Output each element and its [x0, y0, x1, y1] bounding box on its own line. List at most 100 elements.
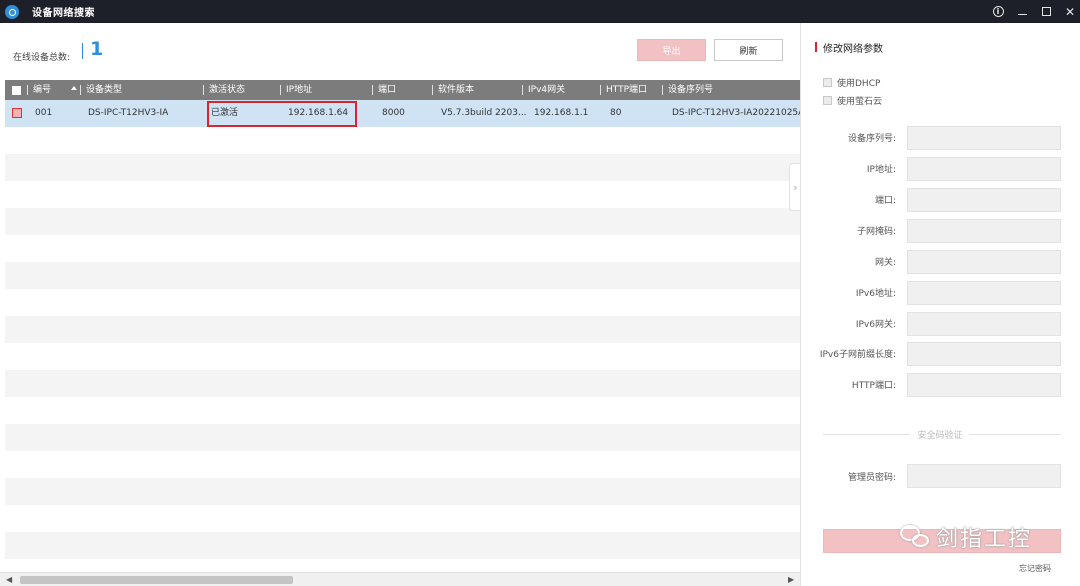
- title-bar: 设备网络搜索 i ✕: [0, 0, 1080, 23]
- checkbox-box[interactable]: [823, 96, 832, 105]
- ipv6-prefix-input[interactable]: [907, 342, 1061, 366]
- table-row-empty: [5, 424, 800, 451]
- scrollbar-thumb[interactable]: [20, 576, 293, 584]
- sort-asc-icon[interactable]: [71, 86, 77, 90]
- column-header-gateway[interactable]: IPv4网关: [522, 80, 565, 100]
- security-code-label: 安全码验证: [917, 431, 963, 441]
- ipv6-prefix-label: IPv6子网前缀长度:: [819, 350, 896, 360]
- window-controls: i ✕: [984, 0, 1080, 23]
- ipv6-gateway-label: IPv6网关:: [855, 320, 896, 330]
- cell-port: 8000: [382, 108, 405, 118]
- cell-type: DS-IPC-T12HV3-IA: [88, 108, 169, 118]
- horizontal-scrollbar[interactable]: ◀ ▶: [0, 572, 800, 586]
- chevron-right-icon: ›: [793, 180, 798, 194]
- maximize-button[interactable]: [1036, 0, 1056, 23]
- serial-input[interactable]: [907, 126, 1061, 150]
- port-label: 端口:: [874, 196, 896, 206]
- table-row-empty: [5, 451, 800, 478]
- column-label: 设备序列号: [668, 85, 714, 95]
- watermark: 剑指工控: [900, 521, 1032, 553]
- column-label: 软件版本: [438, 85, 475, 95]
- ip-input[interactable]: [907, 157, 1061, 181]
- window-title: 设备网络搜索: [32, 8, 95, 19]
- subnet-mask-input[interactable]: [907, 219, 1061, 243]
- refresh-button[interactable]: 刷新: [714, 39, 783, 61]
- watermark-text: 剑指工控: [936, 527, 1033, 552]
- ipv6-address-label: IPv6地址:: [855, 289, 896, 299]
- export-button[interactable]: 导出: [637, 39, 706, 61]
- column-label: 编号: [33, 85, 52, 95]
- cell-version: V5.7.3build 2203...: [441, 108, 527, 118]
- gateway-label: 网关:: [874, 258, 896, 268]
- wechat-icon: [900, 525, 930, 549]
- status-ip-highlight: [207, 101, 357, 127]
- device-list-area: 在线设备总数: 1 导出 刷新 编号 设备类型 激活状态 IP地址 端口 软件版…: [0, 23, 801, 586]
- panel-title: 修改网络参数: [823, 44, 883, 55]
- forgot-password-link[interactable]: 忘记密码: [1019, 563, 1051, 574]
- online-count-value: 1: [90, 38, 104, 60]
- row-checkbox[interactable]: [12, 108, 22, 118]
- table-row-empty: [5, 289, 800, 316]
- ipv6-address-input[interactable]: [907, 281, 1061, 305]
- use-ezviz-checkbox[interactable]: 使用萤石云: [823, 94, 882, 107]
- ipv6-gateway-input[interactable]: [907, 312, 1061, 336]
- close-button[interactable]: ✕: [1060, 0, 1080, 23]
- select-all-checkbox[interactable]: [12, 86, 21, 95]
- cell-http-port: 80: [610, 108, 622, 118]
- section-divider: [823, 434, 910, 435]
- table-row-empty: [5, 127, 800, 154]
- column-label: 激活状态: [209, 85, 246, 95]
- use-ezviz-label: 使用萤石云: [837, 97, 883, 107]
- network-params-panel: 修改网络参数 使用DHCP 使用萤石云 设备序列号: IP地址: 端口: 子网掩…: [800, 23, 1080, 586]
- column-header-port[interactable]: 端口: [372, 80, 396, 100]
- count-divider: [82, 43, 83, 59]
- table-header: 编号 设备类型 激活状态 IP地址 端口 软件版本 IPv4网关 HTTP端口 …: [5, 80, 800, 100]
- gateway-input[interactable]: [907, 250, 1061, 274]
- table-row-empty: [5, 559, 800, 572]
- table-row-empty: [5, 208, 800, 235]
- cell-number: 001: [35, 108, 53, 118]
- column-header-version[interactable]: 软件版本: [432, 80, 474, 100]
- cell-gateway: 192.168.1.1: [534, 108, 589, 118]
- column-label: 设备类型: [86, 85, 123, 95]
- column-header-http-port[interactable]: HTTP端口: [600, 80, 647, 100]
- column-header-type[interactable]: 设备类型: [80, 80, 122, 100]
- scroll-left-icon[interactable]: ◀: [6, 575, 12, 584]
- table-row-empty: [5, 478, 800, 505]
- section-divider: [969, 434, 1061, 435]
- admin-password-label: 管理员密码:: [847, 473, 896, 483]
- checkbox-box[interactable]: [823, 78, 832, 87]
- close-icon: ✕: [1064, 4, 1076, 19]
- panel-title-accent: [815, 42, 817, 52]
- use-dhcp-checkbox[interactable]: 使用DHCP: [823, 76, 880, 89]
- http-port-label: HTTP端口:: [851, 381, 896, 391]
- table-row-empty: [5, 181, 800, 208]
- minimize-button[interactable]: [1012, 0, 1032, 23]
- column-label: 端口: [378, 85, 397, 95]
- admin-password-input[interactable]: [907, 464, 1061, 488]
- table-row[interactable]: 001 DS-IPC-T12HV3-IA 已激活 192.168.1.64 80…: [5, 100, 800, 127]
- table-row-empty: [5, 397, 800, 424]
- table-row-empty: [5, 262, 800, 289]
- column-header-status[interactable]: 激活状态: [203, 80, 245, 100]
- table-row-empty: [5, 505, 800, 532]
- column-label: IP地址: [286, 85, 313, 95]
- column-header-number[interactable]: 编号: [27, 80, 51, 100]
- port-input[interactable]: [907, 188, 1061, 212]
- column-label: HTTP端口: [606, 85, 648, 95]
- column-label: IPv4网关: [528, 85, 566, 95]
- maximize-icon: [1041, 7, 1051, 16]
- table-row-empty: [5, 343, 800, 370]
- scroll-right-icon[interactable]: ▶: [788, 575, 794, 584]
- column-header-ip[interactable]: IP地址: [280, 80, 312, 100]
- column-header-serial[interactable]: 设备序列号: [662, 80, 713, 100]
- cell-serial: DS-IPC-T12HV3-IA20221025A: [672, 108, 800, 118]
- table-row-empty: [5, 532, 800, 559]
- table-row-empty: [5, 316, 800, 343]
- info-icon: i: [992, 6, 1004, 17]
- app-logo-icon: [5, 4, 19, 19]
- ip-label: IP地址:: [866, 165, 896, 175]
- info-button[interactable]: i: [988, 0, 1008, 23]
- table-row-empty: [5, 235, 800, 262]
- http-port-input[interactable]: [907, 373, 1061, 397]
